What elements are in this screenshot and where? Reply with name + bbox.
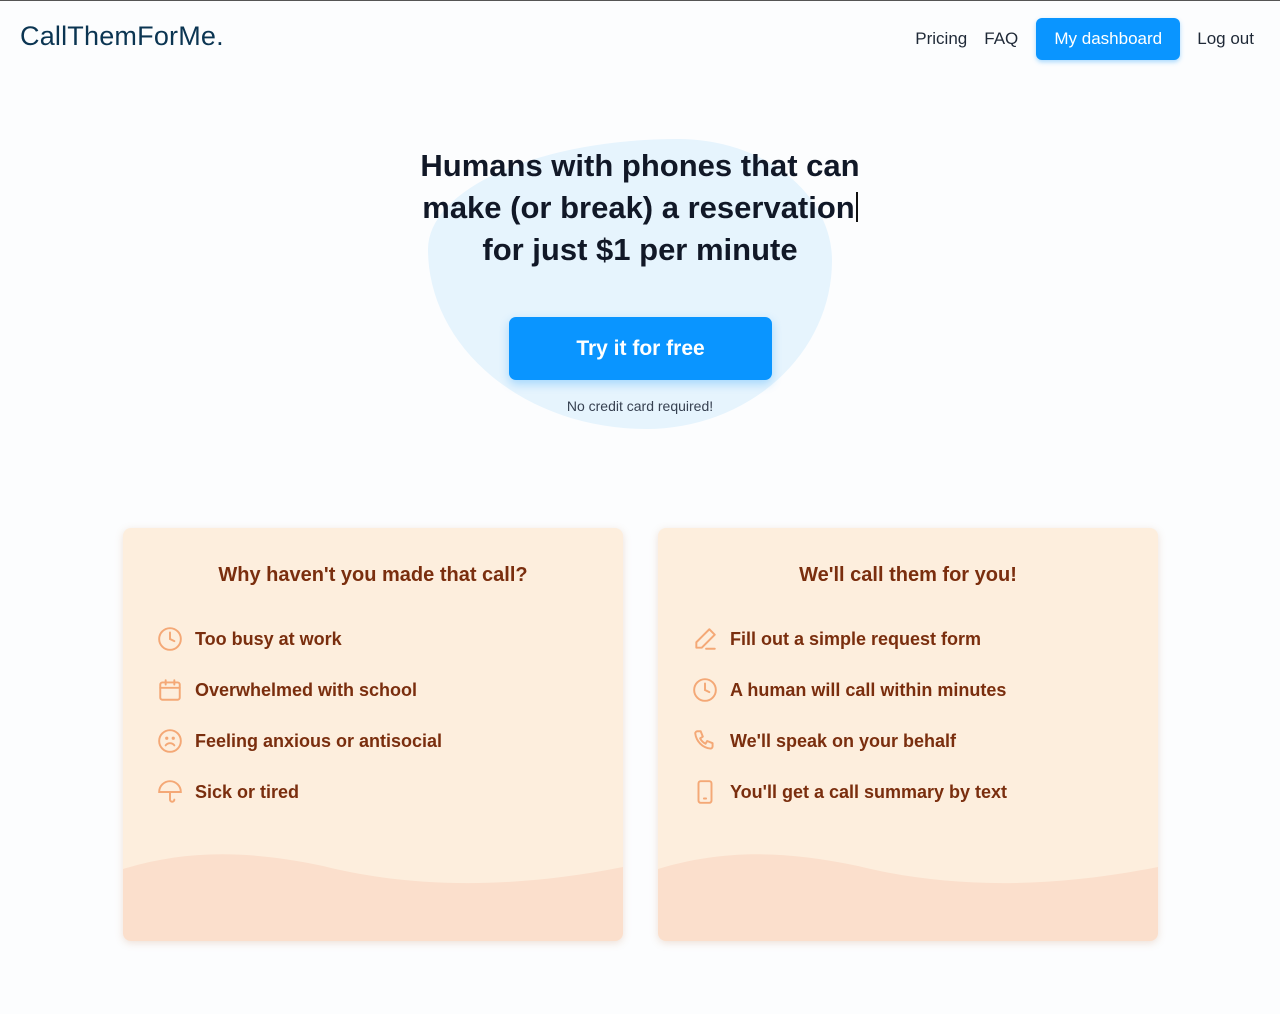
no-credit-card-note: No credit card required! [566,398,714,414]
list-item-text: Feeling anxious or antisocial [195,730,443,751]
logout-link[interactable]: Log out [1197,29,1254,49]
hero-title-line-1: Humans with phones that can [420,148,860,183]
phone-icon [692,728,718,754]
pencil-icon [692,626,718,652]
list-item-text: A human will call within minutes [730,679,1007,700]
try-free-button[interactable]: Try it for free [509,317,772,380]
reasons-card: Why haven't you made that call? Too busy… [123,528,623,941]
sad-face-icon [157,728,183,754]
list-item: You'll get a call summary by text [692,779,1007,805]
calendar-icon [157,677,183,703]
list-item-text: Sick or tired [195,781,300,802]
logo[interactable]: CallThemForMe. [20,21,224,52]
umbrella-icon [157,779,183,805]
hero-title-line-2: make (or break) a reservation [422,190,855,225]
list-item: Fill out a simple request form [692,626,981,652]
mobile-icon [692,779,718,805]
my-dashboard-button[interactable]: My dashboard [1036,18,1181,60]
list-item: Too busy at work [157,626,342,652]
clock-icon [157,626,183,652]
nav-link-faq[interactable]: FAQ [984,29,1018,49]
list-item-text: You'll get a call summary by text [730,781,1008,802]
list-item-text: We'll speak on your behalf [730,730,957,751]
list-item: Sick or tired [157,779,299,805]
benefits-card-title: We'll call them for you! [799,564,1017,586]
card-wave-decoration [658,854,1158,941]
list-item: We'll speak on your behalf [692,728,956,754]
clock-icon [692,677,718,703]
list-item-text: Overwhelmed with school [195,679,418,700]
card-wave-decoration [123,854,623,941]
list-item: A human will call within minutes [692,677,1006,703]
hero-title-line-3: for just $1 per minute [482,232,798,267]
list-item: Overwhelmed with school [157,677,417,703]
reasons-card-title: Why haven't you made that call? [218,564,528,586]
list-item-text: Fill out a simple request form [730,628,982,649]
hero-title: Humans with phones that can make (or bre… [340,145,940,271]
nav-links: Pricing FAQ My dashboard Log out [898,18,1254,60]
list-item: Feeling anxious or antisocial [157,728,442,754]
nav-link-pricing[interactable]: Pricing [915,29,967,49]
list-item-text: Too busy at work [195,628,342,649]
benefits-card: We'll call them for you! Fill out a simp… [658,528,1158,941]
top-nav: CallThemForMe. Pricing FAQ My dashboard … [0,1,1280,77]
text-caret [855,192,858,222]
